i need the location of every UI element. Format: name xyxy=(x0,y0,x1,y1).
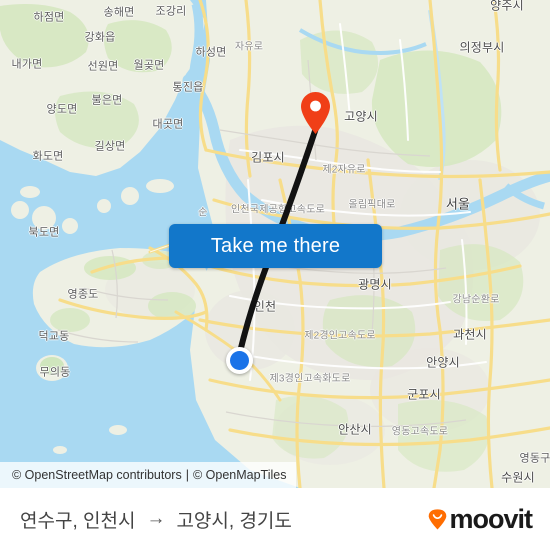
map-attribution-bar: © OpenStreetMap contributors | © OpenMap… xyxy=(0,462,297,488)
attribution-openmaptiles[interactable]: © OpenMapTiles xyxy=(193,468,287,482)
destination-pin-icon[interactable] xyxy=(299,91,332,135)
moovit-wordmark: moovit xyxy=(449,503,533,534)
take-me-there-button[interactable]: Take me there xyxy=(169,224,382,268)
trip-destination-label: 고양시, 경기도 xyxy=(176,510,292,532)
trip-summary: 연수구, 인천시 → 고양시, 경기도 xyxy=(20,506,292,533)
attribution-osm[interactable]: © OpenStreetMap contributors xyxy=(12,468,182,482)
moovit-pin-smile-icon xyxy=(429,508,447,529)
trip-origin-label: 연수구, 인천시 xyxy=(20,510,136,532)
moovit-logo[interactable]: moovit xyxy=(428,503,533,534)
moovit-trip-screenshot: 하점면 송해면 조강리 강화읍 하성면 의정부시 양주시 내가면 선원면 월곶면 통진읍 양도면 불은면… xyxy=(0,0,550,550)
map-canvas[interactable]: 하점면 송해면 조강리 강화읍 하성면 의정부시 양주시 내가면 선원면 월곶면 통진읍 양도면 불은면… xyxy=(0,0,550,488)
origin-dot-marker[interactable] xyxy=(226,347,253,374)
trip-footer: 연수구, 인천시 → 고양시, 경기도 moovit xyxy=(0,488,550,550)
arrow-right-icon: → xyxy=(146,508,166,529)
attribution-separator: | xyxy=(185,468,189,482)
